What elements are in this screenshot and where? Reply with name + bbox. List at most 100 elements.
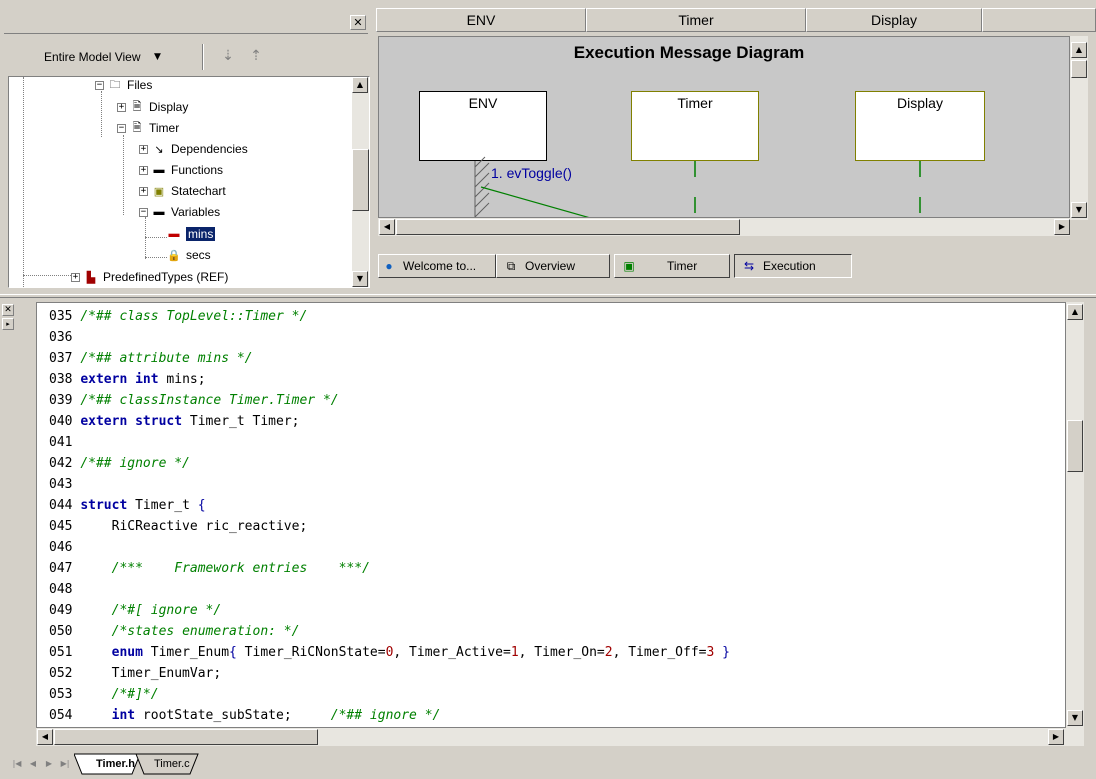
scroll-thumb[interactable] — [54, 729, 318, 745]
scroll-thumb[interactable] — [352, 149, 369, 211]
code-line[interactable]: 036 — [49, 330, 80, 351]
code-line[interactable]: 052 Timer_EnumVar; — [49, 666, 221, 687]
code-token: 1 — [510, 645, 519, 660]
tab-timer-c[interactable]: Timer.c — [142, 754, 202, 774]
editor-vertical-scrollbar[interactable]: ▲ ▼ — [1066, 302, 1084, 728]
tab-label: Timer.c — [154, 758, 190, 770]
tree-node-variables[interactable]: − ▬ Variables — [139, 202, 220, 222]
tab-label: Welcome to... — [403, 259, 477, 273]
chevron-down-icon[interactable]: ▼ — [154, 52, 161, 62]
code-line[interactable]: 037 /*## attribute mins */ — [49, 351, 253, 372]
scroll-right-icon[interactable]: ▶ — [1054, 219, 1070, 235]
tab-timer[interactable]: ▣ Timer — [614, 254, 730, 278]
expand-icon[interactable]: + — [71, 272, 80, 282]
scroll-up-icon[interactable]: ▲ — [1067, 304, 1083, 320]
collapse-icon[interactable]: − — [95, 80, 104, 90]
first-tab-icon[interactable]: |◀ — [10, 756, 24, 770]
lifeline-header-display[interactable]: Display — [806, 8, 982, 32]
code-line[interactable]: 053 /*#]*/ — [49, 687, 159, 708]
scroll-left-icon[interactable]: ◀ — [37, 729, 53, 745]
code-line[interactable]: 054 int rootState_subState; /*## ignore … — [49, 708, 440, 727]
lifeline-header-env[interactable]: ENV — [376, 8, 586, 32]
collapse-icon[interactable]: − — [139, 207, 148, 217]
code-line[interactable]: 045 RiCReactive ric_reactive; — [49, 519, 307, 540]
tree-node-statechart[interactable]: + ▣ Statechart — [139, 181, 226, 201]
tree-node-functions[interactable]: + ▬ Functions — [139, 160, 223, 180]
tab-timer-h[interactable]: Timer.h — [84, 754, 147, 774]
tab-overview[interactable]: ⧉ Overview — [496, 254, 610, 278]
scroll-down-icon[interactable]: ▼ — [1071, 202, 1087, 218]
code-line[interactable]: 038 extern int mins; — [49, 372, 206, 393]
locked-variable-icon: 🔒 — [167, 249, 181, 262]
tree-node-files[interactable]: − 🗀 Files — [95, 77, 152, 95]
expand-icon[interactable]: + — [139, 186, 148, 196]
line-number: 047 — [49, 561, 81, 576]
message-label[interactable]: 1. evToggle() — [491, 165, 572, 181]
tree-node-display[interactable]: + 🗎 Display — [117, 97, 188, 117]
sequence-diagram-icon: ⇆ — [743, 259, 755, 273]
model-tree[interactable]: − 🗀 Files + 🗎 Display − 🗎 Timer + ↘ Depe… — [8, 76, 370, 288]
diagram-vertical-scrollbar[interactable]: ▲ ▼ — [1070, 36, 1088, 220]
restore-icon[interactable]: ▸ — [2, 318, 14, 330]
code-line[interactable]: 050 /*states enumeration: */ — [49, 624, 299, 645]
navigate-up-icon[interactable]: ⇡ — [246, 48, 266, 68]
code-line[interactable]: 042 /*## ignore */ — [49, 456, 190, 477]
line-number: 050 — [49, 624, 81, 639]
tree-node-mins[interactable]: ▬ mins — [167, 224, 216, 244]
line-number: 051 — [49, 645, 81, 660]
expand-icon[interactable]: + — [139, 144, 148, 154]
scroll-up-icon[interactable]: ▲ — [1071, 42, 1087, 58]
prev-tab-icon[interactable]: ◀ — [26, 756, 40, 770]
scroll-thumb[interactable] — [1067, 420, 1083, 472]
code-line[interactable]: 041 — [49, 435, 80, 456]
scroll-up-icon[interactable]: ▲ — [352, 77, 368, 93]
tree-node-timer[interactable]: − 🗎 Timer — [117, 118, 179, 138]
code-token: /*** Framework entries ***/ — [111, 561, 370, 576]
code-line[interactable]: 039 /*## classInstance Timer.Timer */ — [49, 393, 339, 414]
code-token: enum — [111, 645, 143, 660]
navigate-down-icon[interactable]: ⇣ — [218, 48, 238, 68]
scroll-thumb[interactable] — [1071, 60, 1087, 78]
line-number: 044 — [49, 498, 81, 513]
diagram-horizontal-scrollbar[interactable]: ◀ ▶ — [378, 218, 1070, 236]
tree-node-dependencies[interactable]: + ↘ Dependencies — [139, 139, 248, 159]
line-number: 048 — [49, 582, 81, 597]
scroll-down-icon[interactable]: ▼ — [1067, 710, 1083, 726]
code-line[interactable]: 046 — [49, 540, 80, 561]
collapse-icon[interactable]: − — [117, 123, 126, 133]
view-selector[interactable]: Entire Model View — [10, 46, 170, 68]
expand-icon[interactable]: + — [117, 102, 126, 112]
tab-label: Timer.h — [96, 758, 135, 770]
close-icon[interactable]: ✕ — [2, 304, 14, 316]
next-tab-icon[interactable]: ▶ — [42, 756, 56, 770]
variables-icon: ▬ — [153, 206, 165, 218]
last-tab-icon[interactable]: ▶| — [58, 756, 72, 770]
pane-splitter[interactable] — [0, 294, 1096, 298]
code-line[interactable]: 047 /*** Framework entries ***/ — [49, 561, 370, 582]
tab-execution[interactable]: ⇆ Execution — [734, 254, 852, 278]
editor-horizontal-scrollbar[interactable]: ◀ ▶ — [36, 728, 1084, 746]
code-line[interactable]: 044 struct Timer_t { — [49, 498, 206, 519]
code-token: , Timer_On= — [518, 645, 605, 660]
code-line[interactable]: 035 /*## class TopLevel::Timer */ — [49, 309, 307, 330]
tab-welcome[interactable]: ● Welcome to... — [378, 254, 496, 278]
scroll-left-icon[interactable]: ◀ — [379, 219, 395, 235]
lifeline-header-timer[interactable]: Timer — [586, 8, 806, 32]
tree-node-secs[interactable]: 🔒 secs — [167, 245, 211, 265]
close-icon[interactable]: ✕ — [350, 15, 366, 30]
scroll-thumb[interactable] — [396, 219, 740, 235]
code-line[interactable]: 040 extern struct Timer_t Timer; — [49, 414, 299, 435]
code-line[interactable]: 051 enum Timer_Enum{ Timer_RiCNonState=0… — [49, 645, 730, 666]
message-arrow[interactable] — [480, 186, 601, 218]
code-text-area[interactable]: 035 /*## class TopLevel::Timer */036 037… — [36, 302, 1066, 728]
diagram-canvas[interactable]: Execution Message Diagram ENV Timer Disp… — [378, 36, 1070, 218]
tree-vertical-scrollbar[interactable]: ▲ ▼ — [352, 77, 369, 287]
code-line[interactable]: 043 — [49, 477, 80, 498]
code-line[interactable]: 048 — [49, 582, 80, 603]
scroll-down-icon[interactable]: ▼ — [352, 271, 368, 287]
scroll-right-icon[interactable]: ▶ — [1048, 729, 1064, 745]
tree-node-predefinedtypes[interactable]: + ▙ PredefinedTypes (REF) — [71, 267, 228, 287]
expand-icon[interactable]: + — [139, 165, 148, 175]
code-line[interactable]: 049 /*#[ ignore */ — [49, 603, 221, 624]
